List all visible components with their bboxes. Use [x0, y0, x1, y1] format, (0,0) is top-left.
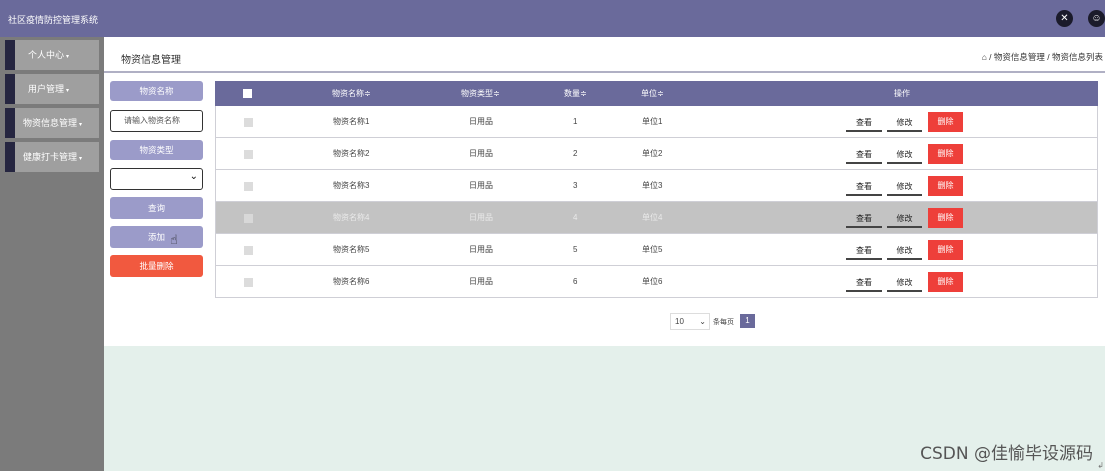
row-checkbox[interactable] — [244, 150, 253, 159]
sidebar-item-label: 物资信息管理 — [23, 118, 78, 128]
column-header-actions: 操作 — [894, 89, 910, 98]
table-header: 物资名称≑ 物资类型≑ 数量≑ 单位≑ 操作 — [215, 81, 1098, 106]
top-bar: 社区疫情防控管理系统 ✕ ☺ — [0, 0, 1105, 37]
row-checkbox[interactable] — [244, 182, 253, 191]
delete-button[interactable]: 删除 — [928, 240, 963, 260]
chevron-down-icon: ▾ — [66, 54, 70, 60]
cell-unit: 单位2 — [642, 149, 663, 158]
column-header-type[interactable]: 物资类型≑ — [461, 81, 500, 106]
cell-name: 物资名称6 — [333, 277, 370, 286]
type-select[interactable]: ⌄ — [110, 168, 203, 190]
type-filter-label: 物资类型 — [110, 140, 203, 160]
sidebar-item-health-checkin[interactable]: 健康打卡管理 ▾ — [5, 142, 99, 172]
cell-name: 物资名称5 — [333, 245, 370, 254]
sidebar-item-label: 健康打卡管理 — [23, 152, 78, 162]
cell-unit: 单位1 — [642, 117, 663, 126]
view-button[interactable]: 查看 — [846, 211, 882, 228]
cell-qty: 5 — [573, 245, 578, 254]
delete-button[interactable]: 删除 — [928, 208, 963, 228]
fullscreen-icon[interactable]: ✕ — [1056, 10, 1073, 27]
sidebar-item-label: 用户管理 — [28, 84, 65, 94]
batch-delete-button[interactable]: 批量删除 — [110, 255, 203, 277]
cell-qty: 2 — [573, 149, 578, 158]
row-checkbox[interactable] — [244, 118, 253, 127]
cell-name: 物资名称4 — [333, 213, 370, 222]
search-button[interactable]: 查询 — [110, 197, 203, 219]
edit-button[interactable]: 修改 — [887, 115, 922, 132]
sidebar-item-supplies-management[interactable]: 物资信息管理 ▾ — [5, 108, 99, 138]
delete-button[interactable]: 删除 — [928, 112, 963, 132]
cell-type: 日用品 — [469, 181, 493, 190]
page-size-value: 10 — [675, 317, 684, 326]
name-search-input[interactable]: 请输入物资名称 — [110, 110, 203, 132]
cell-name: 物资名称1 — [333, 117, 370, 126]
name-filter-label: 物资名称 — [110, 81, 203, 101]
table-row[interactable]: 物资名称4 日用品 4 单位4 查看 修改 删除 — [215, 202, 1098, 234]
view-button[interactable]: 查看 — [846, 275, 882, 292]
cell-name: 物资名称3 — [333, 181, 370, 190]
cell-unit: 单位3 — [642, 181, 663, 190]
delete-button[interactable]: 删除 — [928, 272, 963, 292]
table-row[interactable]: 物资名称2 日用品 2 单位2 查看 修改 删除 — [215, 138, 1098, 170]
chevron-down-icon: ▾ — [79, 122, 83, 128]
select-all-checkbox[interactable] — [243, 89, 252, 98]
cell-qty: 6 — [573, 277, 578, 286]
cell-type: 日用品 — [469, 213, 493, 222]
table-row[interactable]: 物资名称3 日用品 3 单位3 查看 修改 删除 — [215, 170, 1098, 202]
column-header-unit[interactable]: 单位≑ — [641, 81, 664, 106]
cell-name: 物资名称2 — [333, 149, 370, 158]
edit-button[interactable]: 修改 — [887, 243, 922, 260]
table-row[interactable]: 物资名称6 日用品 6 单位6 查看 修改 删除 — [215, 266, 1098, 298]
watermark: CSDN @佳愉毕设源码 — [920, 444, 1093, 464]
supplies-table: 物资名称≑ 物资类型≑ 数量≑ 单位≑ 操作 物资名称1 日用品 1 单位1 查… — [215, 81, 1098, 299]
table-row[interactable]: 物资名称5 日用品 5 单位5 查看 修改 删除 — [215, 234, 1098, 266]
page-button-current[interactable]: 1 — [740, 314, 755, 328]
edit-button[interactable]: 修改 — [887, 147, 922, 164]
column-header-name[interactable]: 物资名称≑ — [332, 81, 371, 106]
hand-cursor-icon: ☝ — [170, 232, 178, 247]
edit-button[interactable]: 修改 — [887, 275, 922, 292]
watermark-mark: ↲ — [1097, 461, 1104, 470]
user-icon[interactable]: ☺ — [1088, 10, 1105, 27]
add-button[interactable]: 添加 — [110, 226, 203, 248]
chevron-down-icon: ▾ — [79, 156, 83, 162]
cell-unit: 单位5 — [642, 245, 663, 254]
view-button[interactable]: 查看 — [846, 179, 882, 196]
cell-type: 日用品 — [469, 117, 493, 126]
view-button[interactable]: 查看 — [846, 115, 882, 132]
cell-type: 日用品 — [469, 277, 493, 286]
delete-button[interactable]: 删除 — [928, 176, 963, 196]
app-title: 社区疫情防控管理系统 — [8, 15, 99, 25]
row-checkbox[interactable] — [244, 278, 253, 287]
column-header-qty[interactable]: 数量≑ — [564, 81, 587, 106]
cell-type: 日用品 — [469, 245, 493, 254]
cell-unit: 单位4 — [642, 213, 663, 222]
breadcrumb[interactable]: ⌂ / 物资信息管理 / 物资信息列表 — [982, 51, 1103, 63]
row-checkbox[interactable] — [244, 214, 253, 223]
sidebar: 个人中心 ▾ 用户管理 ▾ 物资信息管理 ▾ 健康打卡管理 ▾ — [0, 37, 104, 471]
chevron-down-icon: ⌄ — [699, 317, 706, 326]
sidebar-item-personal-center[interactable]: 个人中心 ▾ — [5, 40, 99, 70]
cell-qty: 3 — [573, 181, 578, 190]
page-size-select[interactable]: 10 ⌄ — [670, 313, 710, 330]
row-checkbox[interactable] — [244, 246, 253, 255]
chevron-down-icon: ⌄ — [189, 171, 198, 182]
cell-qty: 4 — [573, 213, 578, 222]
edit-button[interactable]: 修改 — [887, 179, 922, 196]
cell-qty: 1 — [573, 117, 578, 126]
table-row[interactable]: 物资名称1 日用品 1 单位1 查看 修改 删除 — [215, 106, 1098, 138]
main-content: 物资信息管理 ⌂ / 物资信息管理 / 物资信息列表 物资名称 请输入物资名称 … — [104, 37, 1105, 471]
delete-button[interactable]: 删除 — [928, 144, 963, 164]
sidebar-item-label: 个人中心 — [28, 50, 65, 60]
cell-type: 日用品 — [469, 149, 493, 158]
page-size-label: 条每页 — [713, 319, 734, 326]
sidebar-item-user-management[interactable]: 用户管理 ▾ — [5, 74, 99, 104]
page-title: 物资信息管理 — [121, 55, 181, 66]
divider — [104, 71, 1105, 73]
view-button[interactable]: 查看 — [846, 243, 882, 260]
edit-button[interactable]: 修改 — [887, 211, 922, 228]
cell-unit: 单位6 — [642, 277, 663, 286]
chevron-down-icon: ▾ — [66, 88, 70, 94]
view-button[interactable]: 查看 — [846, 147, 882, 164]
